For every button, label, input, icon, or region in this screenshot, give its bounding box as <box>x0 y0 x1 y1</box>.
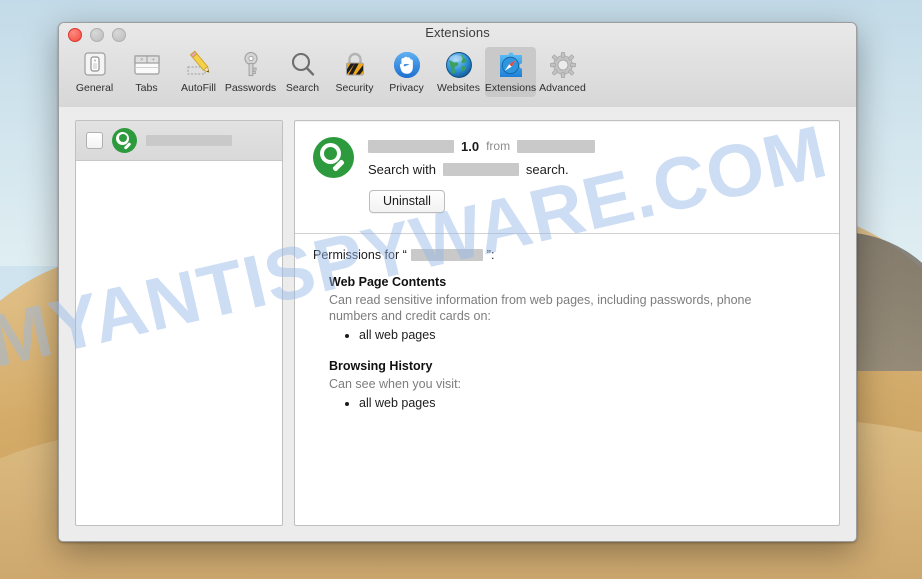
safari-preferences-window: Extensions General <box>58 22 857 542</box>
toolbar-item-extensions[interactable]: Extensions <box>485 47 536 97</box>
permission-title: Browsing History <box>329 359 821 373</box>
extension-name-redacted <box>368 140 454 153</box>
permission-group-web-page-contents: Web Page Contents Can read sensitive inf… <box>313 275 821 344</box>
window-title: Extensions <box>59 25 856 40</box>
toolbar-item-websites[interactable]: Websites <box>433 47 484 97</box>
websites-icon <box>443 49 475 81</box>
general-icon <box>79 49 111 81</box>
toolbar-label: Advanced <box>539 82 586 94</box>
toolbar-label: Security <box>336 82 374 94</box>
extension-detail-pane: 1.0 from Search with search. Uninstall <box>294 120 840 526</box>
extension-description: Search with search. <box>368 162 823 177</box>
extension-header: 1.0 from Search with search. Uninstall <box>295 121 839 224</box>
svg-text:+: + <box>151 58 155 64</box>
toolbar-label: Websites <box>437 82 480 94</box>
extension-vendor-redacted <box>517 140 595 153</box>
extension-version: 1.0 <box>461 139 479 154</box>
uninstall-button[interactable]: Uninstall <box>369 190 445 213</box>
toolbar-item-tabs[interactable]: × + Tabs <box>121 47 172 97</box>
toolbar-item-autofill[interactable]: AutoFill <box>173 47 224 97</box>
green-magnifier-icon <box>112 128 137 153</box>
window-chrome: Extensions General <box>59 23 856 108</box>
description-prefix: Search with <box>368 162 436 177</box>
security-icon <box>339 49 371 81</box>
extension-name-redacted <box>146 135 232 146</box>
toolbar-item-general[interactable]: General <box>69 47 120 97</box>
preferences-content: 1.0 from Search with search. Uninstall <box>59 107 856 541</box>
toolbar-label: General <box>76 82 113 94</box>
description-name-redacted <box>443 163 519 176</box>
toolbar-label: Search <box>286 82 319 94</box>
advanced-icon <box>547 49 579 81</box>
permissions-name-redacted <box>411 249 483 261</box>
permissions-heading-suffix: ”: <box>487 248 495 262</box>
toolbar-item-search[interactable]: Search <box>277 47 328 97</box>
toolbar-label: Passwords <box>225 82 276 94</box>
toolbar-item-security[interactable]: Security <box>329 47 380 97</box>
svg-text:×: × <box>140 58 144 64</box>
search-icon <box>287 49 319 81</box>
toolbar-label: Tabs <box>135 82 157 94</box>
toolbar-label: Extensions <box>485 82 536 94</box>
toolbar-item-passwords[interactable]: Passwords <box>225 47 276 97</box>
autofill-icon <box>183 49 215 81</box>
privacy-icon <box>391 49 423 81</box>
toolbar-item-advanced[interactable]: Advanced <box>537 47 588 97</box>
permission-items: all web pages <box>313 327 821 344</box>
permissions-heading: Permissions for “ ”: <box>313 248 821 262</box>
extension-enable-checkbox[interactable] <box>86 132 103 149</box>
list-item[interactable] <box>76 121 282 161</box>
permissions-section: Permissions for “ ”: Web Page Contents C… <box>295 234 839 412</box>
permission-body: Can see when you visit: <box>329 376 759 392</box>
permissions-heading-prefix: Permissions for “ <box>313 248 407 262</box>
tabs-icon: × + <box>131 49 163 81</box>
toolbar-label: Privacy <box>389 82 423 94</box>
extensions-list[interactable] <box>75 120 283 526</box>
passwords-icon <box>235 49 267 81</box>
toolbar-item-privacy[interactable]: Privacy <box>381 47 432 97</box>
preferences-toolbar[interactable]: General × + Tabs <box>59 45 856 107</box>
permission-body: Can read sensitive information from web … <box>329 292 759 324</box>
from-label: from <box>486 139 510 153</box>
permission-items: all web pages <box>313 395 821 412</box>
permission-title: Web Page Contents <box>329 275 821 289</box>
title-bar[interactable]: Extensions <box>59 23 856 45</box>
description-suffix: search. <box>526 162 569 177</box>
permission-item: all web pages <box>359 395 821 412</box>
green-magnifier-icon <box>313 137 354 178</box>
permission-item: all web pages <box>359 327 821 344</box>
extension-title-line: 1.0 from <box>368 137 823 155</box>
permission-group-browsing-history: Browsing History Can see when you visit:… <box>313 359 821 412</box>
toolbar-label: AutoFill <box>181 82 216 94</box>
extensions-icon <box>495 49 527 81</box>
